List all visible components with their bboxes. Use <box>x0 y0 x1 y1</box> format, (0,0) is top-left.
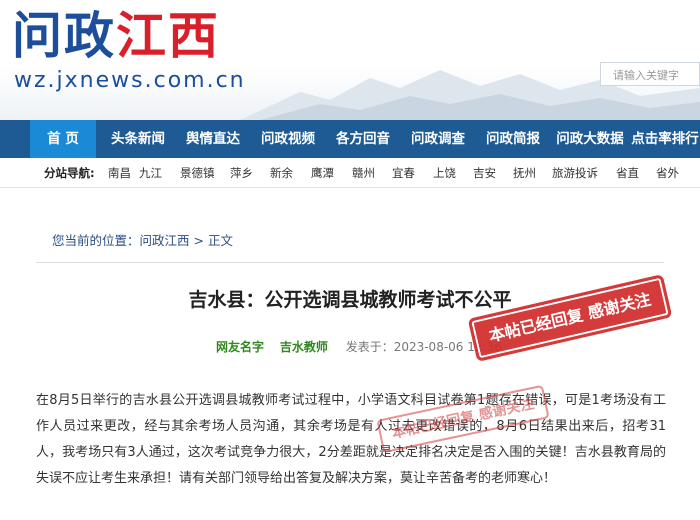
author-link[interactable]: 网友名字 <box>216 340 264 354</box>
nav-item-ranking[interactable]: 点击率排行 <box>630 120 700 158</box>
logo-url: wz.jxnews.com.cn <box>14 68 246 93</box>
logo-text-red: 江西 <box>116 6 220 65</box>
breadcrumb-separator: > <box>189 233 208 248</box>
subnav-item[interactable]: 旅游投诉 <box>552 158 598 188</box>
breadcrumb: 您当前的位置：问政江西 > 正文 <box>52 230 233 249</box>
breadcrumb-site-link[interactable]: 问政江西 <box>140 233 190 248</box>
site-logo[interactable]: 问政江西 <box>12 6 220 66</box>
subnav-item[interactable]: 鹰潭 <box>311 158 334 188</box>
subnav-item[interactable]: 上饶 <box>433 158 456 188</box>
nav-item-bigdata[interactable]: 问政大数据 <box>552 120 628 158</box>
target-link[interactable]: 吉水教师 <box>280 340 328 354</box>
logo-text-blue: 问政 <box>12 6 116 65</box>
subnav-item[interactable]: 吉安 <box>473 158 496 188</box>
subnav-item[interactable]: 南昌 <box>108 158 131 188</box>
article-body: 在8月5日举行的吉水县公开选调县城教师考试过程中，小学语文科目试卷第1题存在错误… <box>36 393 666 486</box>
article-meta: 网友名字 吉水教师 发表于：2023-08-06 12:36 <box>216 338 502 355</box>
subnav-item[interactable]: 新余 <box>270 158 293 188</box>
breadcrumb-current: 正文 <box>207 233 233 248</box>
sub-nav: 分站导航: 南昌 九江 景德镇 萍乡 新余 鹰潭 赣州 宜春 上饶 吉安 抚州 … <box>0 158 700 188</box>
nav-item-survey[interactable]: 问政调查 <box>404 120 472 158</box>
nav-item-opinion[interactable]: 舆情直达 <box>179 120 247 158</box>
breadcrumb-prefix: 您当前的位置： <box>52 233 140 248</box>
site-header: 问政江西 wz.jxnews.com.cn 请输入关键字 <box>0 0 700 120</box>
subnav-item[interactable]: 九江 <box>139 158 162 188</box>
subnav-item[interactable]: 赣州 <box>352 158 375 188</box>
nav-item-briefing[interactable]: 问政简报 <box>479 120 547 158</box>
subnav-item[interactable]: 萍乡 <box>230 158 253 188</box>
subnav-item[interactable]: 景德镇 <box>180 158 215 188</box>
nav-item-headlines[interactable]: 头条新闻 <box>104 120 172 158</box>
subnav-item[interactable]: 宜春 <box>392 158 415 188</box>
subnav-label: 分站导航: <box>44 166 95 180</box>
nav-item-responses[interactable]: 各方回音 <box>329 120 397 158</box>
nav-item-home[interactable]: 首 页 <box>30 120 96 158</box>
divider <box>36 262 664 263</box>
nav-item-video[interactable]: 问政视频 <box>254 120 322 158</box>
subnav-item[interactable]: 抚州 <box>513 158 536 188</box>
search-input[interactable]: 请输入关键字 <box>600 62 700 86</box>
main-nav: 首 页 头条新闻 舆情直达 问政视频 各方回音 问政调查 问政简报 问政大数据 … <box>0 120 700 158</box>
subnav-item[interactable]: 省外 <box>656 158 679 188</box>
subnav-item[interactable]: 省直 <box>616 158 639 188</box>
